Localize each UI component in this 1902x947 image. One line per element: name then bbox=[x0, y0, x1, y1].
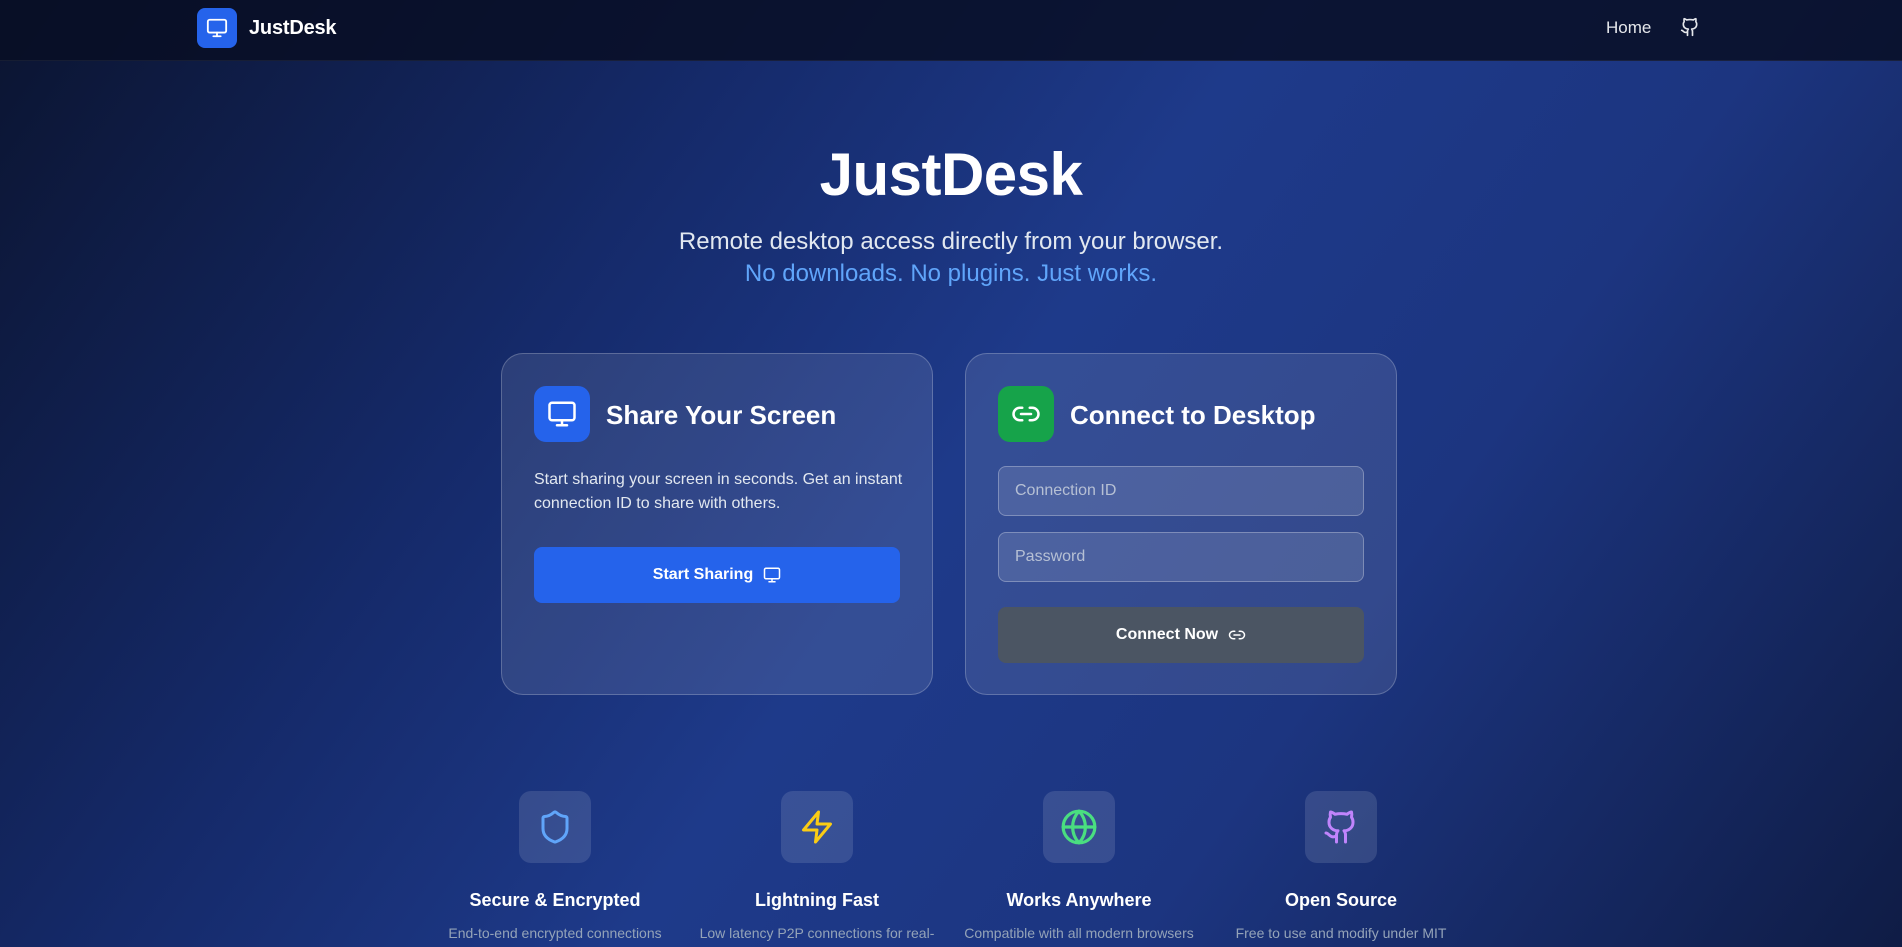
feature-title: Works Anywhere bbox=[1006, 890, 1152, 910]
hero-tagline: No downloads. No plugins. Just works. bbox=[744, 260, 1158, 287]
feature-secure: Secure & Encrypted End-to-end encrypted … bbox=[424, 791, 686, 943]
share-card-description: Start sharing your screen in seconds. Ge… bbox=[534, 471, 903, 512]
monitor-icon bbox=[197, 8, 237, 48]
feature-description: Low latency P2P connections for real- bbox=[699, 925, 935, 941]
connect-card-title: Connect to Desktop bbox=[1070, 400, 1316, 430]
hero-title: JustDesk bbox=[819, 141, 1083, 208]
start-sharing-button[interactable]: Start Sharing bbox=[534, 547, 900, 603]
start-sharing-label: Start Sharing bbox=[652, 566, 754, 583]
password-input[interactable] bbox=[998, 532, 1364, 582]
feature-description: Compatible with all modern browsers bbox=[964, 925, 1194, 941]
hero-subtitle: Remote desktop access directly from your… bbox=[678, 228, 1224, 255]
connect-now-button[interactable]: Connect Now bbox=[998, 607, 1364, 663]
globe-icon bbox=[1043, 791, 1115, 863]
navbar: JustDesk Home bbox=[0, 0, 1902, 61]
connect-now-label: Connect Now bbox=[1115, 626, 1219, 643]
feature-description: End-to-end encrypted connections bbox=[448, 925, 662, 941]
brand-link[interactable]: JustDesk bbox=[197, 8, 337, 48]
feature-title: Open Source bbox=[1284, 890, 1398, 910]
github-icon bbox=[1305, 791, 1377, 863]
feature-description: Free to use and modify under MIT bbox=[1235, 925, 1447, 941]
shield-icon bbox=[519, 791, 591, 863]
monitor-icon bbox=[763, 566, 781, 584]
feature-title: Lightning Fast bbox=[755, 890, 879, 910]
share-screen-card: Share Your Screen Start sharing your scr… bbox=[501, 353, 933, 695]
brand-name: JustDesk bbox=[249, 16, 337, 39]
github-icon[interactable] bbox=[1680, 16, 1702, 40]
link-icon bbox=[998, 386, 1054, 442]
link-icon bbox=[1228, 626, 1246, 644]
feature-title: Secure & Encrypted bbox=[469, 890, 641, 910]
connection-id-input[interactable] bbox=[998, 466, 1364, 516]
share-card-title: Share Your Screen bbox=[606, 400, 837, 430]
nav-home-link[interactable]: Home bbox=[1606, 18, 1651, 38]
lightning-icon bbox=[781, 791, 853, 863]
feature-fast: Lightning Fast Low latency P2P connectio… bbox=[686, 791, 948, 943]
feature-open-source: Open Source Free to use and modify under… bbox=[1210, 791, 1472, 943]
feature-anywhere: Works Anywhere Compatible with all moder… bbox=[948, 791, 1210, 943]
monitor-icon bbox=[534, 386, 590, 442]
connect-desktop-card: Connect to Desktop Connect Now bbox=[965, 353, 1397, 695]
